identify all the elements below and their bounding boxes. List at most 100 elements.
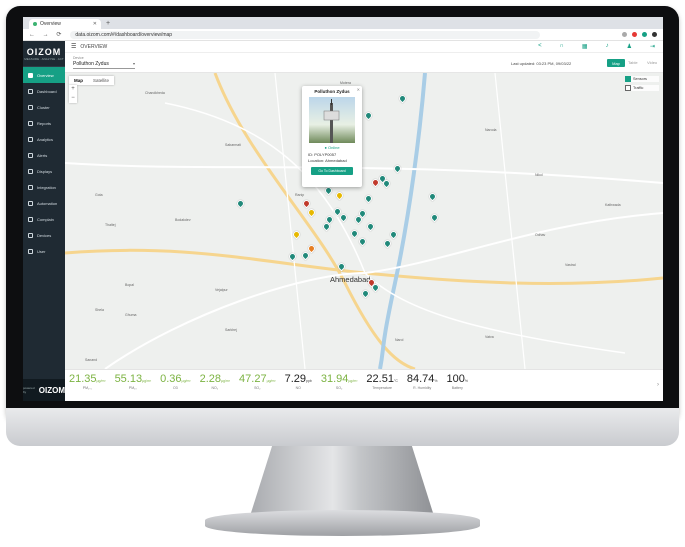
checkbox-icon xyxy=(625,85,631,91)
sidebar: OIZOM MEASURE · ANALYSE · ACT Overview Da… xyxy=(23,41,65,401)
map-type-satellite[interactable]: Satellite xyxy=(88,76,114,85)
status-badge: ● Online xyxy=(324,145,340,150)
parameter-card[interactable]: 0.36µg/m³ O3 xyxy=(160,373,190,390)
apps-icon[interactable]: ▦ xyxy=(582,43,588,50)
sidebar-item-label: Devices xyxy=(37,232,52,238)
sidebar-item-label: Displays xyxy=(37,168,53,174)
sidebar-item-dashboard[interactable]: Dashboard xyxy=(23,83,65,99)
map-type-map[interactable]: Map xyxy=(69,76,88,85)
favicon-icon xyxy=(33,22,37,26)
parameter-label: Temperature xyxy=(372,386,392,390)
parameter-label: R. Humidity xyxy=(413,386,432,390)
sidebar-item-devices[interactable]: Devices xyxy=(23,227,65,243)
browser-tab[interactable]: Overview ✕ xyxy=(29,19,101,29)
user-icon xyxy=(28,248,33,254)
profile-avatar[interactable] xyxy=(652,32,657,37)
close-icon[interactable]: ✕ xyxy=(357,87,360,92)
parameter-label: Battery xyxy=(451,386,463,390)
parameter-value-row: 31.94µg/m³ xyxy=(321,373,358,385)
device-pole-icon xyxy=(323,99,340,143)
traffic-layer-toggle[interactable]: Traffic xyxy=(625,85,659,91)
status-text: Online xyxy=(327,145,340,150)
chevron-right-icon[interactable]: › xyxy=(657,382,659,388)
sensors-layer-toggle[interactable]: Sensors xyxy=(625,76,659,82)
parameter-unit: % xyxy=(434,379,438,383)
device-select-value: Polluthon Zydus xyxy=(73,61,109,67)
parameter-value-row: 7.29ppb xyxy=(285,373,312,385)
parameter-card[interactable]: 84.74% R. Humidity xyxy=(407,373,438,390)
sidebar-item-overview[interactable]: Overview xyxy=(23,67,65,83)
place-label: Bopal xyxy=(125,283,134,287)
parameter-value-row: 100% xyxy=(447,373,468,385)
share-icon[interactable]: < xyxy=(538,43,542,50)
menu-icon[interactable]: ☰ xyxy=(71,43,76,50)
place-label: Vejalpur xyxy=(215,288,228,292)
url-input[interactable]: data.oizom.com/#/dashboard/overview/map xyxy=(70,30,541,39)
sidebar-item-automation[interactable]: Automation xyxy=(23,195,65,211)
place-label: Kathwada xyxy=(605,203,621,207)
place-label: Nikol xyxy=(535,173,543,177)
monitor-chin xyxy=(6,408,679,446)
browser-nav-icons[interactable]: ← → ⟳ xyxy=(29,31,64,38)
sidebar-item-integration[interactable]: Integration xyxy=(23,179,65,195)
sidebar-item-complain[interactable]: Complain xyxy=(23,211,65,227)
bell-icon[interactable]: ♪ xyxy=(606,43,609,50)
sidebar-item-reports[interactable]: Reports xyxy=(23,115,65,131)
sidebar-brand[interactable]: OIZOM MEASURE · ANALYSE · ACT xyxy=(23,41,65,67)
parameter-label: O3 xyxy=(173,386,178,390)
alerts-icon xyxy=(28,152,33,158)
parameter-unit: µg/m³ xyxy=(142,379,152,383)
parameter-card[interactable]: 100% Battery xyxy=(447,373,468,390)
brand-tagline: MEASURE · ANALYSE · ACT xyxy=(24,56,64,61)
parameter-card[interactable]: 47.27µg/m³ SO₂ xyxy=(239,373,276,390)
parameter-unit: µg/m³ xyxy=(221,379,231,383)
device-select-label: Device xyxy=(73,56,84,60)
sidebar-item-label: Complain xyxy=(37,216,54,222)
place-label: Vastral xyxy=(565,263,576,267)
parameter-value-row: 0.36µg/m³ xyxy=(160,373,190,385)
parameter-strip: 21.35µg/m³ PM₂.₅ 55.13µg/m³ PM₁₀ 0.36µg/m³ O3… xyxy=(65,369,663,401)
reports-icon xyxy=(28,120,33,126)
zoom-out-button[interactable]: − xyxy=(69,94,77,103)
parameter-value: 21.35 xyxy=(69,373,97,385)
new-tab-icon[interactable]: + xyxy=(106,19,110,29)
sidebar-item-user[interactable]: User xyxy=(23,243,65,259)
parameter-card[interactable]: 21.35µg/m³ PM₂.₅ xyxy=(69,373,106,390)
parameter-value-row: 84.74% xyxy=(407,373,438,385)
sidebar-item-displays[interactable]: Displays xyxy=(23,163,65,179)
device-select[interactable]: Polluthon Zydus ▾ xyxy=(73,61,135,69)
user-icon[interactable]: ♟ xyxy=(627,43,632,50)
parameter-card[interactable]: 2.28µg/m³ NO₂ xyxy=(200,373,230,390)
map-canvas[interactable]: Map Satellite + − Sensors Traffic Chandk… xyxy=(65,73,663,369)
sidebar-item-label: User xyxy=(37,248,46,254)
parameter-label: SO₂ xyxy=(335,386,343,390)
zoom-in-button[interactable]: + xyxy=(69,85,77,94)
go-to-dashboard-button[interactable]: Go To Dashboard xyxy=(311,167,353,175)
map-roads xyxy=(65,73,663,369)
parameter-card[interactable]: 22.51°C Temperature xyxy=(366,373,397,390)
table-view-button[interactable]: Table xyxy=(628,60,638,65)
parameter-card[interactable]: 7.29ppb NO xyxy=(285,373,312,390)
logout-icon[interactable]: ⇥ xyxy=(650,43,655,50)
parameter-card[interactable]: 55.13µg/m³ PM₁₀ xyxy=(115,373,152,390)
sidebar-item-alerts[interactable]: Alerts xyxy=(23,147,65,163)
sidebar-item-cluster[interactable]: Cluster xyxy=(23,99,65,115)
map-view-button[interactable]: Map xyxy=(607,59,625,67)
headset-icon[interactable]: ∩ xyxy=(560,43,564,50)
extension-icon[interactable] xyxy=(642,32,647,37)
cluster-icon xyxy=(28,104,33,110)
parameter-value-row: 47.27µg/m³ xyxy=(239,373,276,385)
video-view-button[interactable]: Video xyxy=(647,60,657,65)
analytics-icon xyxy=(28,136,33,142)
extension-icon[interactable] xyxy=(622,32,627,37)
place-label: Ghuma xyxy=(125,313,137,317)
close-tab-icon[interactable]: ✕ xyxy=(93,21,97,27)
sidebar-item-label: Overview xyxy=(37,72,54,78)
sidebar-item-analytics[interactable]: Analytics xyxy=(23,131,65,147)
extension-icon[interactable] xyxy=(632,32,637,37)
parameter-card[interactable]: 31.94µg/m³ SO₂ xyxy=(321,373,358,390)
devices-icon xyxy=(28,232,33,238)
sidebar-footer: powered by OIZOM xyxy=(23,379,65,401)
parameter-unit: °C xyxy=(393,379,398,383)
monitor-stand-base xyxy=(205,510,480,536)
